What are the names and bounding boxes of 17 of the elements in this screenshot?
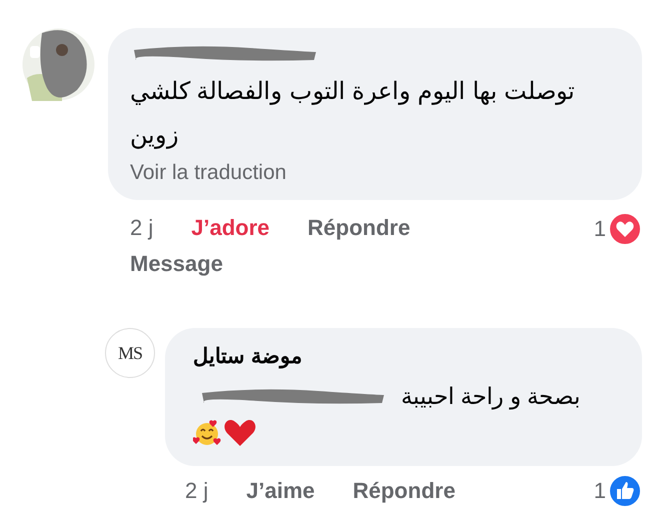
react-button[interactable]: J’adore — [191, 212, 270, 244]
author-name[interactable]: موضة ستايل — [193, 342, 302, 372]
comment-text: توصلت بها اليوم واعرة التوب والفصالة كلشي زوين — [130, 77, 576, 151]
smiling-face-icon — [193, 419, 221, 447]
timestamp: 2 j — [185, 477, 208, 505]
timestamp: 2 j — [130, 214, 154, 242]
react-button[interactable]: J’aime — [246, 475, 315, 507]
reaction-count[interactable]: 1 — [594, 475, 606, 507]
translation-link[interactable]: Voir la traduction — [130, 158, 286, 188]
reply-button[interactable]: Répondre — [308, 212, 410, 244]
comment-text: بصحة و راحة احبيبة — [401, 382, 580, 412]
reply-button[interactable]: Répondre — [352, 475, 456, 507]
reaction-count[interactable]: 1 — [594, 213, 606, 245]
avatar-logo[interactable]: MS — [105, 328, 155, 378]
heart-emoji-icon — [223, 418, 257, 448]
thumbs-up-icon — [608, 474, 642, 508]
message-button[interactable]: Message — [130, 248, 530, 280]
